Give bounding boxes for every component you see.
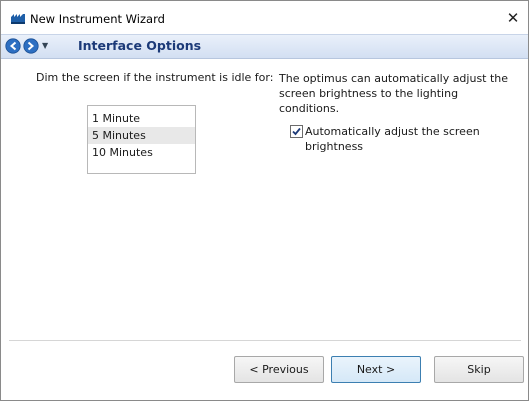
idle-time-listbox[interactable]: 1 Minute 5 Minutes 10 Minutes	[87, 105, 196, 174]
previous-button[interactable]: < Previous	[234, 356, 324, 383]
auto-brightness-checkbox[interactable]	[290, 125, 303, 138]
list-item-5-minutes[interactable]: 5 Minutes	[88, 127, 195, 144]
navigation-bar: ▼ Interface Options	[1, 34, 528, 59]
back-arrow-icon[interactable]	[5, 38, 21, 54]
close-button[interactable]: ✕	[504, 9, 522, 27]
checkmark-icon	[292, 127, 301, 136]
page-title: Interface Options	[78, 38, 202, 53]
instrument-icon	[10, 11, 26, 25]
dim-screen-label: Dim the screen if the instrument is idle…	[36, 71, 274, 84]
brightness-description: The optimus can automatically adjust the…	[279, 72, 509, 115]
wizard-window: New Instrument Wizard ✕ ▼ Interface Opti…	[0, 0, 529, 401]
next-button[interactable]: Next >	[331, 356, 421, 383]
auto-brightness-label[interactable]: Automatically adjust the screen brightne…	[305, 124, 505, 154]
footer-divider	[9, 340, 521, 341]
window-title: New Instrument Wizard	[30, 12, 165, 26]
forward-arrow-icon[interactable]	[23, 38, 39, 54]
list-item-10-minutes[interactable]: 10 Minutes	[88, 144, 195, 161]
title-bar: New Instrument Wizard ✕	[1, 1, 528, 34]
history-dropdown-icon[interactable]: ▼	[42, 41, 48, 50]
list-item-1-minute[interactable]: 1 Minute	[88, 110, 195, 127]
skip-button[interactable]: Skip	[434, 356, 524, 383]
